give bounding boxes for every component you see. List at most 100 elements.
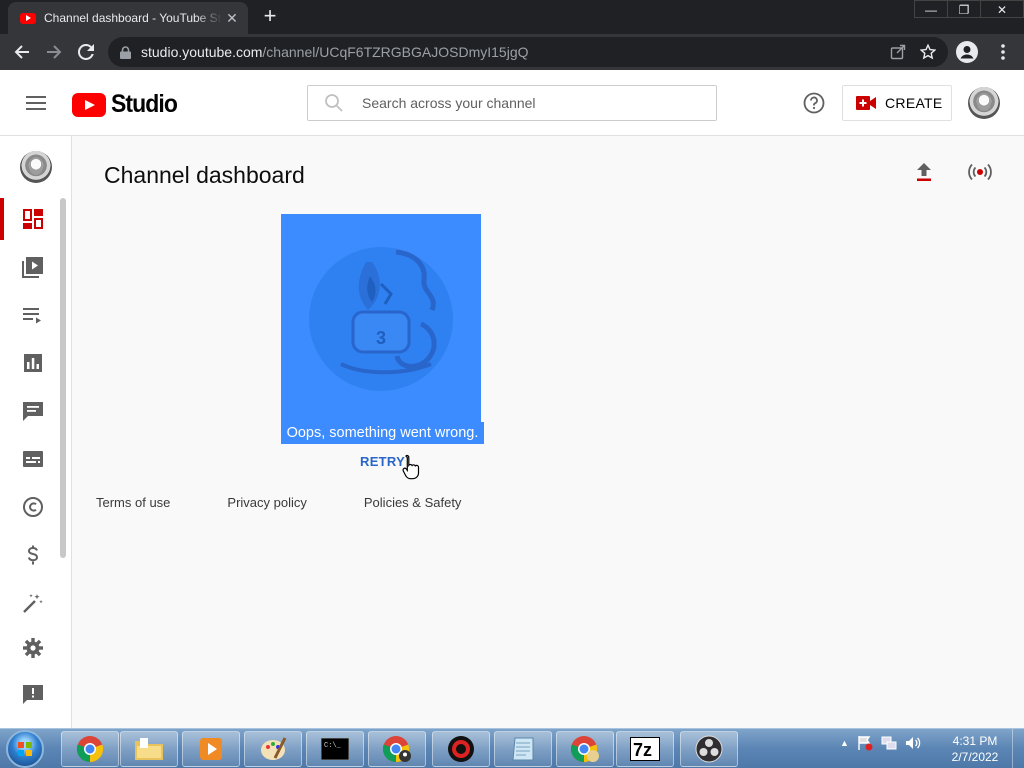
- upload-button[interactable]: [906, 154, 942, 190]
- 7zip-icon: 7z: [630, 737, 660, 761]
- search-box[interactable]: [307, 85, 717, 121]
- gear-icon: [23, 638, 43, 658]
- studio-header: Studio CREATE: [0, 70, 1024, 136]
- terms-of-use-link[interactable]: Terms of use: [96, 495, 170, 510]
- taskbar-chrome-alt[interactable]: [556, 731, 614, 767]
- taskbar-paint[interactable]: [244, 731, 302, 767]
- channel-avatar[interactable]: [20, 151, 52, 183]
- address-bar[interactable]: studio.youtube.com/channel/UCqF6TZRGBGAJ…: [108, 37, 948, 67]
- help-icon[interactable]: [803, 92, 825, 114]
- browser-toolbar: studio.youtube.com/channel/UCqF6TZRGBGAJ…: [0, 34, 1024, 70]
- taskbar-7zip[interactable]: 7z: [616, 731, 674, 767]
- clock-date: 2/7/2022: [951, 750, 999, 764]
- minimize-button[interactable]: —: [914, 0, 948, 18]
- playlists-icon: [23, 308, 41, 324]
- browser-menu-icon[interactable]: [996, 42, 1010, 62]
- share-icon[interactable]: [890, 44, 906, 60]
- comments-icon: [23, 402, 43, 421]
- start-button[interactable]: [6, 730, 44, 768]
- restore-button[interactable]: ❐: [947, 0, 981, 18]
- sidebar-item-dashboard[interactable]: [0, 196, 66, 242]
- command-prompt-icon: C:\_: [321, 738, 349, 760]
- network-icon[interactable]: [881, 735, 897, 751]
- taskbar-recorder[interactable]: [432, 731, 490, 767]
- copyright-icon: [23, 497, 43, 517]
- hand-cursor-icon: [402, 454, 420, 480]
- video-camera-plus-icon: [856, 96, 876, 110]
- notepad-icon: [512, 737, 534, 761]
- create-label: CREATE: [885, 95, 943, 111]
- back-button[interactable]: [6, 36, 38, 68]
- windows-taskbar: C:\_ 7z ▲ 4:31 PM 2/7/2022: [0, 728, 1024, 768]
- media-player-icon: [200, 738, 222, 760]
- system-tray: ▲: [840, 735, 921, 751]
- sidebar-item-playlists[interactable]: [0, 292, 66, 338]
- taskbar-notepad[interactable]: [494, 731, 552, 767]
- browser-tab[interactable]: Channel dashboard - YouTube Studio ✕: [8, 2, 248, 34]
- dashboard-icon: [23, 209, 43, 229]
- taskbar-obs[interactable]: [680, 731, 738, 767]
- url-path: /channel/UCqF6TZRGBGAJOSDmyI15jgQ: [262, 44, 529, 60]
- policies-safety-link[interactable]: Policies & Safety: [364, 495, 462, 510]
- lock-icon: [120, 45, 131, 59]
- feedback-icon: [23, 685, 43, 704]
- content-icon: [22, 257, 43, 278]
- tab-close-icon[interactable]: ✕: [224, 10, 240, 27]
- sidebar-item-subtitles[interactable]: [0, 436, 66, 482]
- sidebar-item-content[interactable]: [0, 244, 66, 290]
- chrome-alt-icon: [570, 736, 599, 763]
- studio-logo[interactable]: Studio: [72, 90, 183, 119]
- page-title: Channel dashboard: [104, 162, 305, 188]
- folder-icon: [135, 738, 163, 760]
- svg-text:3: 3: [376, 328, 386, 348]
- taskbar-chrome[interactable]: [61, 731, 119, 767]
- sidebar-item-analytics[interactable]: [0, 340, 66, 386]
- reload-button[interactable]: [70, 36, 102, 68]
- error-message: Oops, something went wrong.: [281, 422, 484, 444]
- obs-icon: [695, 735, 723, 763]
- sidebar-item-monetization[interactable]: [0, 532, 66, 578]
- record-icon: [448, 736, 474, 762]
- arrow-right-icon: [47, 45, 62, 59]
- account-avatar[interactable]: [968, 87, 1000, 119]
- logo-text: Studio: [111, 90, 178, 118]
- analytics-icon: [24, 354, 42, 372]
- footer-links: Terms of use Privacy policy Policies & S…: [96, 495, 518, 510]
- url-host: studio.youtube.com: [141, 44, 263, 60]
- main-content: Channel dashboard 3 Oops, something went…: [72, 136, 1024, 728]
- window-close-button[interactable]: ✕: [980, 0, 1024, 18]
- youtube-play-icon: [72, 92, 106, 117]
- privacy-policy-link[interactable]: Privacy policy: [227, 495, 306, 510]
- action-center-flag-icon[interactable]: [857, 735, 873, 751]
- search-input[interactable]: [362, 95, 692, 111]
- sidebar-item-feedback[interactable]: [0, 672, 66, 718]
- taskbar-command-prompt[interactable]: C:\_: [306, 731, 364, 767]
- sidebar-item-comments[interactable]: [0, 388, 66, 434]
- forward-button[interactable]: [38, 36, 70, 68]
- chrome-profile-icon: [382, 736, 411, 763]
- upload-icon: [917, 163, 931, 181]
- broken-robot-illustration: 3: [309, 247, 453, 391]
- go-live-button[interactable]: [962, 154, 998, 190]
- new-tab-button[interactable]: +: [258, 4, 282, 28]
- live-broadcast-icon: [968, 163, 992, 181]
- chrome-icon: [76, 736, 104, 763]
- system-clock[interactable]: 4:31 PM 2/7/2022: [940, 733, 1010, 765]
- tray-expand-icon[interactable]: ▲: [840, 738, 849, 748]
- star-icon[interactable]: [920, 44, 936, 60]
- browser-profile-icon[interactable]: [956, 41, 978, 63]
- show-desktop-button[interactable]: [1012, 729, 1024, 768]
- taskbar-media-player[interactable]: [182, 731, 240, 767]
- tab-title: Channel dashboard - YouTube Studio: [44, 11, 222, 25]
- taskbar-chrome-profile[interactable]: [368, 731, 426, 767]
- create-button[interactable]: CREATE: [842, 85, 952, 121]
- sidebar-item-settings[interactable]: [0, 625, 66, 671]
- subtitles-icon: [23, 451, 43, 467]
- volume-icon[interactable]: [905, 735, 921, 751]
- sidebar-item-copyright[interactable]: [0, 484, 66, 530]
- hamburger-menu-icon[interactable]: [25, 92, 47, 114]
- window-controls: — ❐ ✕: [914, 0, 1024, 18]
- sidebar-item-customization[interactable]: [0, 580, 66, 626]
- taskbar-file-explorer[interactable]: [120, 731, 178, 767]
- retry-button[interactable]: RETRY: [360, 454, 405, 469]
